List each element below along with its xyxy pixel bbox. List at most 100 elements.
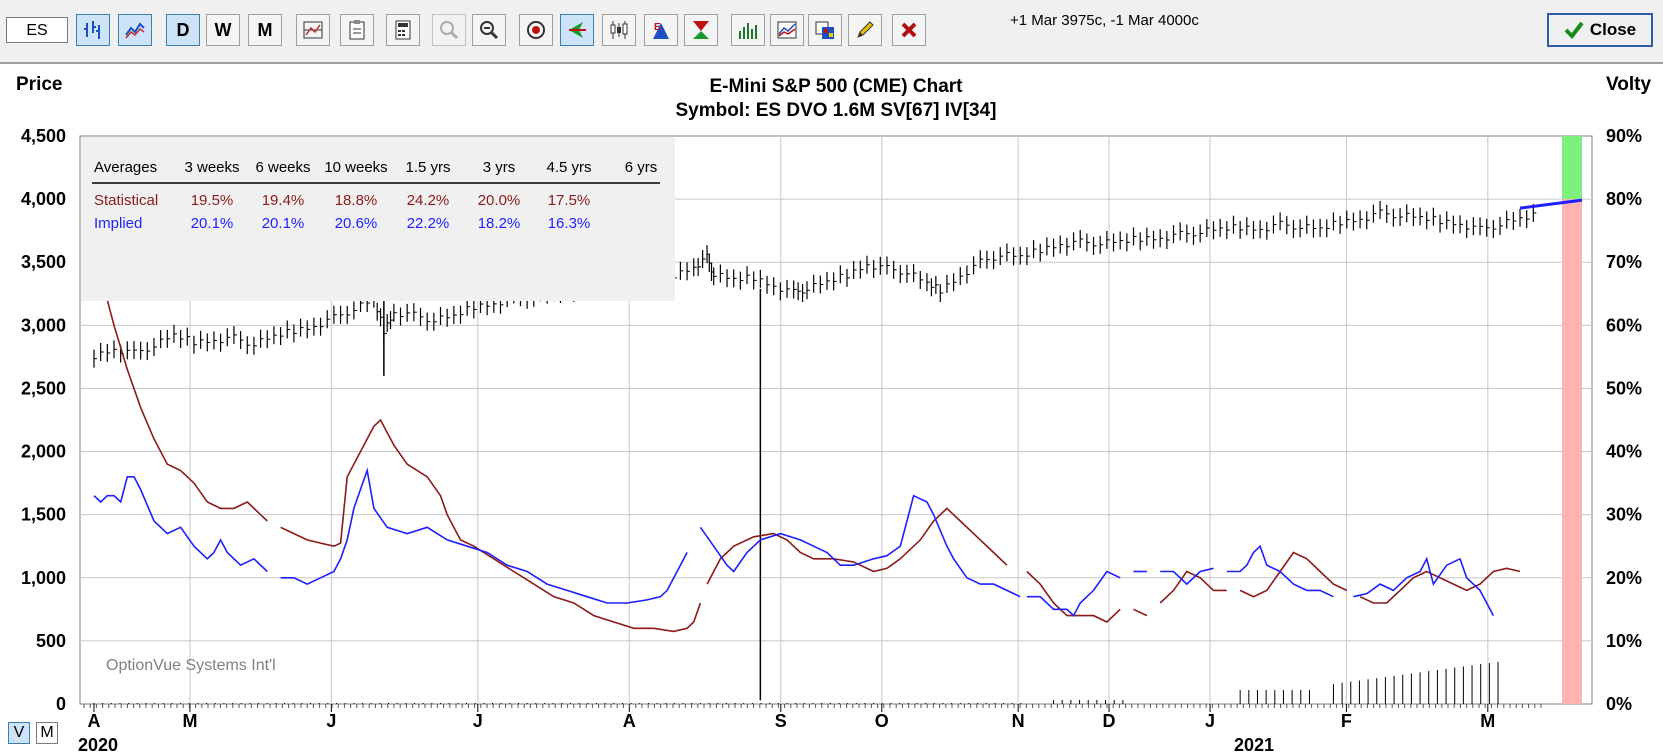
chart-grid-icon — [303, 21, 323, 39]
toolbar: ES D W M E +1 Mar 3975c, -1 Mar 4000c Cl… — [0, 0, 1663, 62]
x-month-label: N — [1012, 711, 1025, 731]
table-header: 6 weeks — [255, 159, 310, 176]
table-cell: 20.6% — [335, 215, 378, 232]
table-cell: 20.1% — [191, 215, 234, 232]
red-x-icon — [901, 22, 917, 38]
y2-tick-label: 0% — [1606, 694, 1632, 714]
chart-title: E-Mini S&P 500 (CME) Chart — [709, 76, 963, 97]
x-year-label: 2021 — [1234, 735, 1274, 753]
close-button[interactable]: Close — [1547, 13, 1653, 47]
y2-tick-label: 40% — [1606, 442, 1642, 462]
period-weekly-button[interactable]: W — [206, 14, 240, 46]
triangle-up-icon: E — [653, 22, 669, 39]
volume-button[interactable] — [731, 14, 765, 46]
table-header: 1.5 yrs — [405, 159, 450, 176]
close-label: Close — [1589, 20, 1637, 39]
arrow-left-icon — [569, 22, 586, 38]
calculator-button[interactable] — [386, 14, 420, 46]
target-button[interactable] — [519, 14, 553, 46]
table-cell: 18.2% — [478, 215, 521, 232]
x-month-label: O — [875, 711, 889, 731]
y2-tick-label: 50% — [1606, 378, 1642, 398]
y2-tick-label: 90% — [1606, 126, 1642, 146]
view-market-toggle[interactable]: M — [36, 722, 58, 744]
dividend-button[interactable] — [684, 14, 718, 46]
y2-tick-label: 20% — [1606, 568, 1642, 588]
y-tick-label: 500 — [36, 631, 66, 651]
watermark: OptionVue Systems Int'l — [106, 657, 276, 674]
table-cell: 19.4% — [262, 192, 305, 209]
zoom-out-icon — [480, 21, 499, 40]
table-cell: 16.3% — [548, 215, 591, 232]
view-volatility-toggle[interactable]: V — [8, 722, 30, 744]
volume-bars-icon — [739, 23, 757, 39]
svg-text:E: E — [654, 22, 661, 33]
delete-button[interactable] — [892, 14, 926, 46]
chart-svg: 4,500 4,000 3,500 3,000 2,500 2,000 1,500 1,000… — [16, 74, 1651, 753]
table-row-label: Statistical — [94, 192, 158, 209]
x-month-label: J — [326, 711, 336, 731]
bar-chart-icon — [84, 21, 100, 39]
arrow-tool-button[interactable] — [560, 14, 594, 46]
x-month-label: S — [775, 711, 787, 731]
table-header: 3 weeks — [184, 159, 239, 176]
table-header: 10 weeks — [324, 159, 387, 176]
x-month-label: A — [88, 711, 101, 731]
y-tick-label: 4,000 — [21, 189, 66, 209]
zoom-out-button[interactable] — [472, 14, 506, 46]
table-header: 6 yrs — [625, 159, 658, 176]
y2-tick-label: 70% — [1606, 252, 1642, 272]
candlestick-icon — [610, 21, 628, 39]
y-tick-label: 0 — [56, 694, 66, 714]
y2-axis-title: Volty — [1606, 74, 1651, 95]
earnings-button[interactable]: E — [644, 14, 678, 46]
y-tick-label: 3,000 — [21, 315, 66, 335]
x-month-label: F — [1341, 711, 1352, 731]
line-chart-button[interactable] — [118, 14, 152, 46]
overlay-button[interactable] — [770, 14, 804, 46]
table-header: 4.5 yrs — [546, 159, 591, 176]
y2-tick-label: 30% — [1606, 505, 1642, 525]
table-cell: 22.2% — [407, 215, 450, 232]
y2-tick-label: 10% — [1606, 631, 1642, 651]
bar-chart-button[interactable] — [76, 14, 110, 46]
y2-tick-label: 60% — [1606, 315, 1642, 335]
x-month-label: J — [473, 711, 483, 731]
y-tick-label: 1,000 — [21, 568, 66, 588]
palette-icon — [815, 21, 834, 39]
averages-table: Averages 3 weeks 6 weeks 10 weeks 1.5 yrs 3 y… — [81, 137, 675, 301]
period-monthly-button[interactable]: M — [248, 14, 282, 46]
table-cell: 24.2% — [407, 192, 450, 209]
strategy-label: +1 Mar 3975c, -1 Mar 4000c — [1010, 12, 1199, 29]
target-icon — [527, 21, 545, 39]
checkmark-icon — [1564, 21, 1584, 39]
table-row-label: Implied — [94, 215, 142, 232]
chart-panel: 4,500 4,000 3,500 3,000 2,500 2,000 1,500 1,000… — [0, 62, 1663, 755]
x-month-label: J — [1205, 711, 1215, 731]
period-daily-button[interactable]: D — [166, 14, 200, 46]
x-month-label: D — [1103, 711, 1116, 731]
y-tick-label: 4,500 — [21, 126, 66, 146]
zoom-in-button[interactable] — [432, 14, 466, 46]
table-cell: 18.8% — [335, 192, 378, 209]
line-chart-icon — [125, 22, 145, 39]
symbol-input[interactable]: ES — [6, 17, 68, 43]
table-cell: 17.5% — [548, 192, 591, 209]
y-tick-label: 2,000 — [21, 442, 66, 462]
gauge-lower-band — [1562, 199, 1582, 704]
table-cell: 20.1% — [262, 215, 305, 232]
chart-settings-button[interactable] — [296, 14, 330, 46]
chart-subtitle: Symbol: ES DVO 1.6M SV[67] IV[34] — [676, 100, 997, 121]
palette-button[interactable] — [808, 14, 842, 46]
x-year-label: 2020 — [78, 735, 118, 753]
y-tick-label: 3,500 — [21, 252, 66, 272]
overlay-chart-icon — [777, 21, 797, 39]
clipboard-icon — [349, 20, 365, 40]
x-month-label: M — [1480, 711, 1495, 731]
table-cell: 20.0% — [478, 192, 521, 209]
pencil-button[interactable] — [848, 14, 882, 46]
candlestick-button[interactable] — [602, 14, 636, 46]
y2-tick-label: 80% — [1606, 189, 1642, 209]
clipboard-button[interactable] — [340, 14, 374, 46]
zoom-in-icon — [440, 21, 459, 40]
